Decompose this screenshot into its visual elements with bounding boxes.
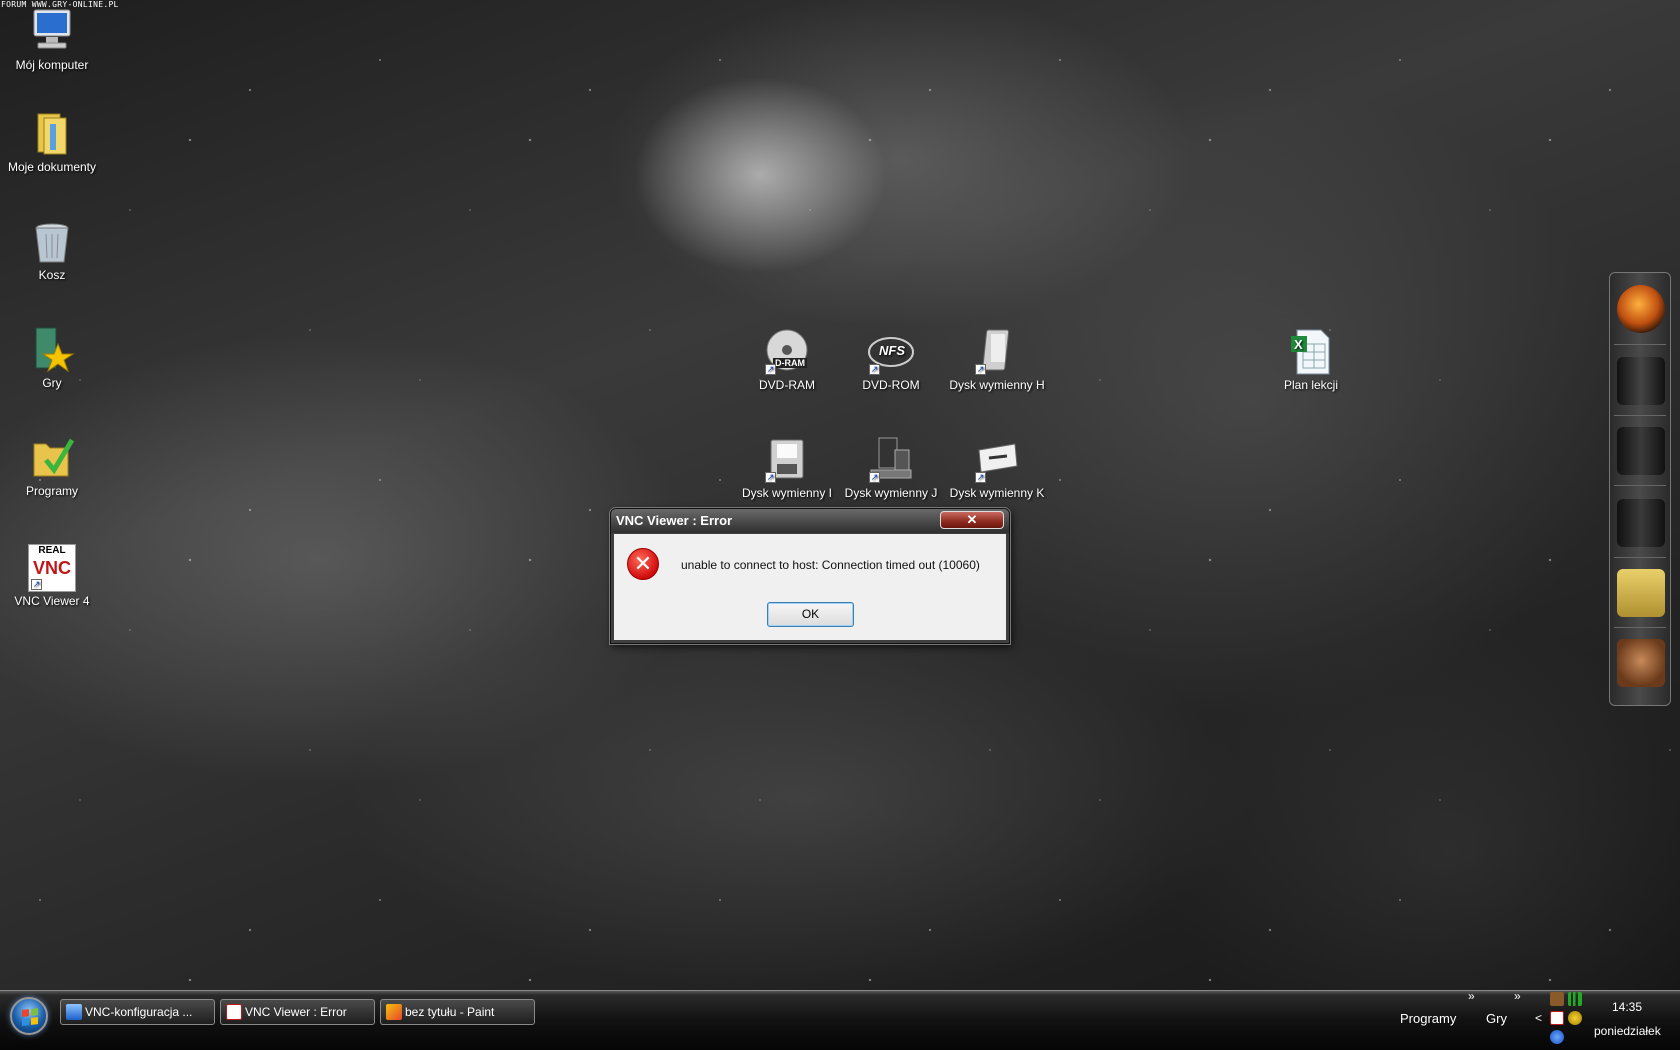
shortcut-arrow-icon: ↗ — [975, 472, 986, 483]
tray-network-icon[interactable] — [1550, 1030, 1564, 1044]
documents-folder-icon — [28, 110, 76, 158]
toolbar-gry[interactable]: Gry — [1486, 1011, 1507, 1026]
vnc-error-dialog: VNC Viewer : Error ✕ ✕ unable to connect… — [610, 508, 1010, 644]
dialog-title-bar[interactable]: VNC Viewer : Error ✕ — [611, 509, 1009, 533]
clock-time[interactable]: 14:35 — [1612, 1000, 1642, 1014]
toolbar-chevron-programy[interactable]: » — [1468, 989, 1475, 1003]
toolbar-chevron-gry[interactable]: » — [1514, 989, 1521, 1003]
desktop-icon-my-computer[interactable]: Mój komputer — [0, 8, 104, 72]
dvd-disc-icon: D-RAM ↗ — [763, 328, 811, 376]
dock-documents-icon[interactable] — [1617, 569, 1665, 617]
desktop-icon-label: Moje dokumenty — [7, 160, 97, 174]
dock-avatar-icon[interactable] — [1617, 639, 1665, 687]
taskbar-item-label: bez tytułu - Paint — [405, 1005, 495, 1019]
shortcut-arrow-icon: ↗ — [765, 364, 776, 375]
paint-icon — [386, 1004, 402, 1020]
dock-camera-icon[interactable] — [1617, 499, 1665, 547]
computer-icon — [28, 8, 76, 56]
taskbar-item-vnc-error[interactable]: VNC Viewer : Error — [220, 999, 375, 1025]
removable-drive-icon: ↗ — [973, 328, 1021, 376]
dock-divider — [1614, 344, 1666, 345]
tray-vnc-icon[interactable] — [1550, 1011, 1564, 1025]
vnc-icon — [226, 1004, 242, 1020]
desktop-icon-label: Kosz — [38, 268, 66, 282]
desktop-icon-programs[interactable]: Programy — [0, 434, 104, 498]
dock-globe-icon[interactable] — [1617, 285, 1665, 333]
nfs-disc-icon: NFS ↗ — [867, 328, 915, 376]
dialog-title: VNC Viewer : Error — [616, 513, 733, 528]
windows-logo-icon — [22, 1008, 38, 1026]
desktop-icon-label: Gry — [42, 376, 62, 390]
svg-text:X: X — [1294, 337, 1303, 352]
desktop-icon-label: DVD-ROM — [862, 378, 920, 392]
dock-tower-icon[interactable] — [1617, 427, 1665, 475]
shortcut-arrow-icon: ↗ — [975, 364, 986, 375]
desktop-icon-plan-lekcji[interactable]: X Plan lekcji — [1259, 328, 1363, 392]
desktop-icon-recycle-bin[interactable]: Kosz — [0, 218, 104, 282]
recycle-bin-icon — [28, 218, 76, 266]
shortcut-arrow-icon: ↗ — [31, 579, 42, 590]
ok-button[interactable]: OK — [767, 602, 854, 627]
toolbar-programy[interactable]: Programy — [1400, 1011, 1456, 1026]
dialog-body: ✕ unable to connect to host: Connection … — [614, 534, 1006, 640]
desktop-icon-removable-j[interactable]: ↗ Dysk wymienny J — [839, 436, 943, 500]
floppy-drive-icon: ↗ — [763, 436, 811, 484]
desktop-icon-label: Dysk wymienny J — [844, 486, 938, 500]
network-drive-icon: ↗ — [867, 436, 915, 484]
tray-expand-arrow[interactable]: < — [1535, 1011, 1542, 1025]
excel-file-icon: X — [1287, 328, 1335, 376]
close-icon: ✕ — [966, 512, 978, 527]
nfs-badge: NFS — [879, 343, 905, 358]
desktop-icon-removable-h[interactable]: ↗ Dysk wymienny H — [945, 328, 1049, 392]
shortcut-arrow-icon: ↗ — [869, 364, 880, 375]
desktop-icon-label: VNC Viewer 4 — [14, 594, 90, 608]
taskbar-item-paint[interactable]: bez tytułu - Paint — [380, 999, 535, 1025]
desktop-icon-label: Dysk wymienny I — [741, 486, 833, 500]
programs-folder-icon — [28, 434, 76, 482]
games-folder-icon — [28, 326, 76, 374]
desktop-icon-label: Dysk wymienny K — [949, 486, 1045, 500]
desktop-icon-my-documents[interactable]: Moje dokumenty — [0, 110, 104, 174]
taskbar-item-label: VNC-konfiguracja ... — [85, 1005, 193, 1019]
clock-day[interactable]: poniedziałek — [1594, 1024, 1661, 1038]
shortcut-arrow-icon: ↗ — [765, 472, 776, 483]
shortcut-arrow-icon: ↗ — [869, 472, 880, 483]
dock-divider — [1614, 627, 1666, 628]
desktop-icon-label: Dysk wymienny H — [949, 378, 1045, 392]
dvd-ram-badge: D-RAM — [773, 358, 807, 368]
close-button[interactable]: ✕ — [940, 511, 1004, 529]
desktop-icon-label: DVD-RAM — [759, 378, 815, 392]
vnc-logo-bottom-text: VNC — [32, 558, 71, 578]
desktop-icon-removable-k[interactable]: ↗ Dysk wymienny K — [945, 436, 1049, 500]
desktop-icon-dvd-ram[interactable]: D-RAM ↗ DVD-RAM — [735, 328, 839, 392]
dock-divider — [1614, 415, 1666, 416]
desktop-icon-removable-i[interactable]: ↗ Dysk wymienny I — [735, 436, 839, 500]
error-message: unable to connect to host: Connection ti… — [681, 558, 980, 572]
taskbar-item-label: VNC Viewer : Error — [245, 1005, 347, 1019]
start-button[interactable] — [10, 997, 48, 1035]
tray-smiley-icon[interactable] — [1568, 1011, 1582, 1025]
desktop-icon-label: Plan lekcji — [1283, 378, 1339, 392]
signal-strength-icon[interactable] — [1568, 992, 1582, 1006]
memory-card-icon: ↗ — [973, 436, 1021, 484]
dock-computer-icon[interactable] — [1617, 357, 1665, 405]
tray-avatar-icon[interactable] — [1550, 992, 1564, 1006]
sidebar-dock — [1609, 272, 1671, 706]
vnc-logo-top-text: REAL — [38, 545, 66, 556]
desktop-icon-vnc-viewer[interactable]: REAL VNC ↗ VNC Viewer 4 — [0, 544, 104, 608]
taskbar-item-vnc-config[interactable]: VNC-konfiguracja ... — [60, 999, 215, 1025]
desktop-icon-dvd-rom[interactable]: NFS ↗ DVD-ROM — [839, 328, 943, 392]
desktop-icon-games[interactable]: Gry — [0, 326, 104, 390]
desktop-icon-label: Mój komputer — [15, 58, 89, 72]
dock-divider — [1614, 485, 1666, 486]
dock-divider — [1614, 557, 1666, 558]
desktop-icon-label: Programy — [25, 484, 78, 498]
vnc-logo-icon: REAL VNC ↗ — [28, 544, 76, 592]
error-icon: ✕ — [627, 548, 659, 580]
internet-explorer-icon — [66, 1004, 82, 1020]
